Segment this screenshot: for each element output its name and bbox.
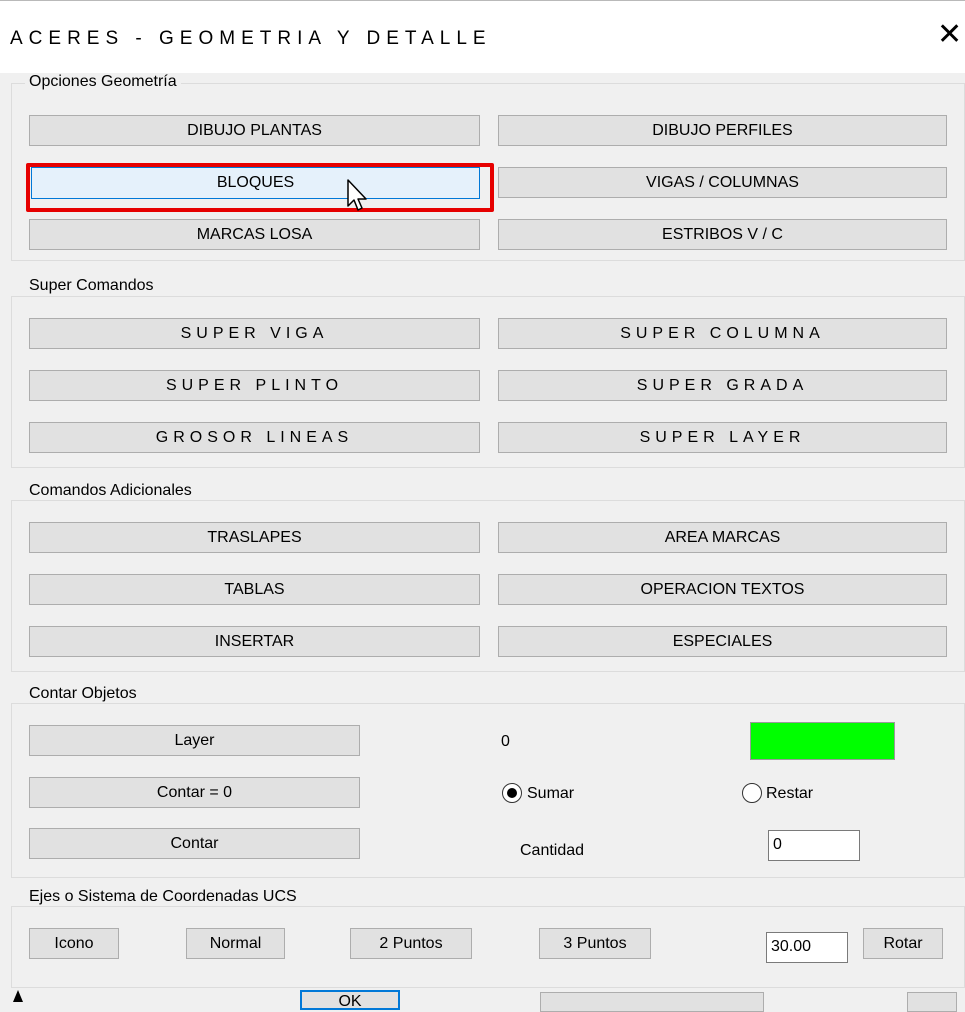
window-title: ACERES - GEOMETRIA Y DETALLE	[10, 28, 492, 49]
count-value: 0	[501, 733, 510, 750]
super-columna-button[interactable]: SUPER COLUMNA	[498, 318, 947, 349]
angle-input[interactable]: 30.00	[766, 932, 848, 963]
dibujo-perfiles-button[interactable]: DIBUJO PERFILES	[498, 115, 947, 146]
sumar-radio[interactable]	[502, 783, 522, 803]
title-bar: ACERES - GEOMETRIA Y DETALLE ✕	[0, 0, 965, 73]
cantidad-input[interactable]: 0	[768, 830, 860, 861]
legend-ejes-ucs: Ejes o Sistema de Coordenadas UCS	[25, 888, 301, 906]
marcas-losa-button[interactable]: MARCAS LOSA	[29, 219, 480, 250]
footer-button-3[interactable]	[907, 992, 957, 1012]
contar-reset-button[interactable]: Contar = 0	[29, 777, 360, 808]
especiales-button[interactable]: ESPECIALES	[498, 626, 947, 657]
footer-button-2[interactable]	[540, 992, 764, 1012]
ok-button[interactable]: OK	[300, 990, 400, 1010]
cantidad-label: Cantidad	[520, 842, 585, 859]
traslapes-button[interactable]: TRASLAPES	[29, 522, 480, 553]
vigas-columnas-button[interactable]: VIGAS / COLUMNAS	[498, 167, 947, 198]
area-marcas-button[interactable]: AREA MARCAS	[498, 522, 947, 553]
legend-opciones-geometria: Opciones Geometría	[25, 73, 181, 91]
dibujo-plantas-button[interactable]: DIBUJO PLANTAS	[29, 115, 480, 146]
tablas-button[interactable]: TABLAS	[29, 574, 480, 605]
sumar-label: Sumar	[527, 785, 575, 802]
normal-button[interactable]: Normal	[186, 928, 285, 959]
dos-puntos-button[interactable]: 2 Puntos	[350, 928, 472, 959]
legend-super-comandos: Super Comandos	[25, 277, 158, 295]
super-grada-button[interactable]: SUPER GRADA	[498, 370, 947, 401]
estribos-button[interactable]: ESTRIBOS V / C	[498, 219, 947, 250]
grosor-lineas-button[interactable]: GROSOR LINEAS	[29, 422, 480, 453]
legend-contar-objetos: Contar Objetos	[25, 685, 141, 703]
operacion-textos-button[interactable]: OPERACION TEXTOS	[498, 574, 947, 605]
restar-label: Restar	[766, 785, 814, 802]
super-viga-button[interactable]: SUPER VIGA	[29, 318, 480, 349]
legend-comandos-adicionales: Comandos Adicionales	[25, 482, 196, 500]
layer-button[interactable]: Layer	[29, 725, 360, 756]
close-icon[interactable]: ✕	[937, 20, 962, 50]
icono-button[interactable]: Icono	[29, 928, 119, 959]
contar-button[interactable]: Contar	[29, 828, 360, 859]
super-plinto-button[interactable]: SUPER PLINTO	[29, 370, 480, 401]
layer-color-swatch[interactable]	[750, 722, 895, 760]
rotar-button[interactable]: Rotar	[863, 928, 943, 959]
selection-highlight	[26, 163, 494, 212]
restar-radio[interactable]	[742, 783, 762, 803]
tres-puntos-button[interactable]: 3 Puntos	[539, 928, 651, 959]
insertar-button[interactable]: INSERTAR	[29, 626, 480, 657]
super-layer-button[interactable]: SUPER LAYER	[498, 422, 947, 453]
footer-icon	[13, 990, 23, 1002]
mouse-pointer-icon	[347, 179, 367, 211]
